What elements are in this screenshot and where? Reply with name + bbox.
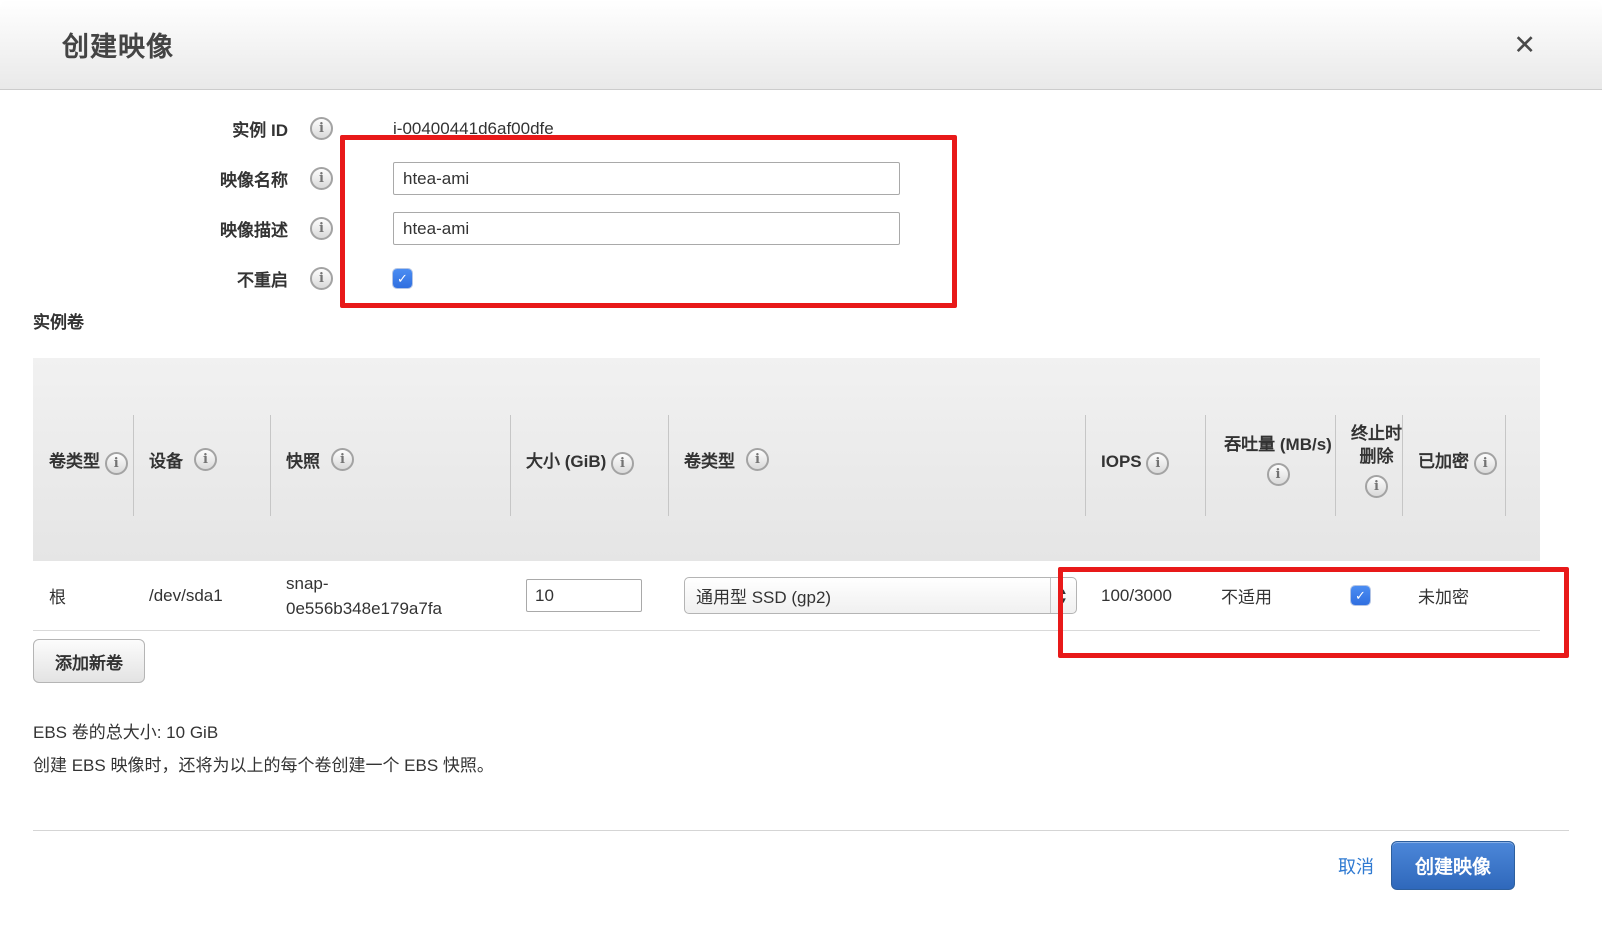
cancel-button[interactable]: 取消	[1338, 853, 1374, 879]
col-snapshot-label: 快照	[286, 447, 320, 472]
create-image-modal: 创建映像 ✕ 实例 ID i i-00400441d6af00dfe 映像名称 …	[0, 0, 1602, 947]
no-reboot-checkbox[interactable]: ✓	[393, 269, 412, 288]
col-device-info-icon[interactable]: i	[194, 448, 217, 471]
image-description-info-icon[interactable]: i	[310, 217, 333, 240]
check-icon: ✓	[397, 272, 408, 285]
table-header-filler	[1505, 358, 1540, 561]
col-volume-type-info-icon[interactable]: i	[105, 452, 128, 475]
instance-id-label: 实例 ID	[33, 116, 288, 141]
stepper-up-icon: ▲	[1060, 587, 1068, 596]
col-size-label: 大小 (GiB)	[526, 452, 606, 471]
cell-size	[510, 561, 668, 630]
col-volume-type-2: 卷类型 i	[668, 358, 1085, 561]
page-title: 创建映像	[62, 25, 174, 64]
create-image-button[interactable]: 创建映像	[1391, 841, 1515, 890]
check-icon: ✓	[1355, 589, 1366, 602]
col-encrypted-info-icon[interactable]: i	[1474, 452, 1497, 475]
image-description-label: 映像描述	[33, 216, 288, 241]
no-reboot-info-icon[interactable]: i	[310, 267, 333, 290]
ebs-snapshot-note-text: 创建 EBS 映像时，还将为以上的每个卷创建一个 EBS 快照。	[33, 755, 1569, 777]
instance-volumes-title: 实例卷	[33, 312, 1569, 334]
delete-on-termination-checkbox[interactable]: ✓	[1351, 586, 1370, 605]
select-stepper-icon: ▲ ▼	[1050, 578, 1076, 613]
modal-header: 创建映像 ✕	[0, 0, 1602, 90]
col-throughput: 吞吐量 (MB/s) i	[1205, 358, 1335, 561]
instance-id-value: i-00400441d6af00dfe	[393, 119, 554, 139]
close-icon[interactable]: ✕	[1513, 32, 1536, 59]
col-volume-type-2-info-icon[interactable]: i	[746, 448, 769, 471]
image-name-row: 映像名称 i	[33, 162, 1569, 195]
volumes-table-header: 卷类型 i 设备 i 快照 i	[33, 358, 1540, 561]
cell-volume-type: 根	[33, 561, 133, 630]
col-delete-on-termination-label: 终止时删除	[1351, 424, 1402, 466]
col-snapshot-info-icon[interactable]: i	[331, 448, 354, 471]
image-name-input[interactable]	[393, 162, 900, 195]
col-encrypted: 已加密 i	[1402, 358, 1505, 561]
no-reboot-label: 不重启	[33, 266, 288, 291]
instance-id-row: 实例 ID i i-00400441d6af00dfe	[33, 112, 1569, 145]
cell-delete-on-termination: ✓	[1335, 561, 1402, 630]
col-iops-info-icon[interactable]: i	[1146, 452, 1169, 475]
add-volume-button[interactable]: 添加新卷	[33, 639, 145, 683]
col-delete-on-termination: 终止时删除 i	[1335, 358, 1402, 561]
col-iops-label: IOPS	[1101, 452, 1142, 471]
volumes-table: 卷类型 i 设备 i 快照 i	[33, 358, 1540, 631]
col-delete-on-termination-info-icon[interactable]: i	[1365, 475, 1388, 498]
col-device-label: 设备	[149, 447, 183, 472]
volume-type-select[interactable]: 通用型 SSD (gp2) ▲ ▼	[684, 577, 1077, 614]
col-volume-type-2-label: 卷类型	[684, 447, 735, 472]
image-description-row: 映像描述 i	[33, 212, 1569, 245]
table-row-filler	[1505, 561, 1540, 630]
modal-body: 实例 ID i i-00400441d6af00dfe 映像名称 i 映像描述 …	[0, 90, 1602, 890]
col-throughput-info-icon[interactable]: i	[1267, 463, 1290, 486]
cell-device: /dev/sda1	[133, 561, 270, 630]
no-reboot-row: 不重启 i ✓	[33, 262, 1569, 295]
stepper-down-icon: ▼	[1060, 596, 1068, 605]
col-device: 设备 i	[133, 358, 270, 561]
col-encrypted-label: 已加密	[1418, 452, 1469, 471]
volume-type-selected-value: 通用型 SSD (gp2)	[696, 583, 1050, 608]
cell-volume-type-select: 通用型 SSD (gp2) ▲ ▼	[668, 561, 1085, 630]
col-throughput-label: 吞吐量 (MB/s)	[1224, 435, 1332, 454]
table-row: 根 /dev/sda1 snap-0e556b348e179a7fa 通用型 S…	[33, 561, 1540, 631]
cell-throughput: 不适用	[1205, 561, 1335, 630]
col-volume-type-label: 卷类型	[49, 452, 100, 471]
col-size-info-icon[interactable]: i	[611, 452, 634, 475]
image-name-info-icon[interactable]: i	[310, 167, 333, 190]
cell-iops: 100/3000	[1085, 561, 1205, 630]
col-size: 大小 (GiB) i	[510, 358, 668, 561]
snapshot-id: snap-0e556b348e179a7fa	[286, 571, 461, 621]
image-name-label: 映像名称	[33, 166, 288, 191]
cell-snapshot: snap-0e556b348e179a7fa	[270, 561, 510, 630]
col-volume-type: 卷类型 i	[33, 358, 133, 561]
image-description-input[interactable]	[393, 212, 900, 245]
col-iops: IOPS i	[1085, 358, 1205, 561]
instance-id-info-icon[interactable]: i	[310, 117, 333, 140]
modal-footer: 取消 创建映像	[33, 831, 1569, 890]
size-input[interactable]	[526, 579, 642, 612]
col-snapshot: 快照 i	[270, 358, 510, 561]
ebs-total-size-text: EBS 卷的总大小: 10 GiB	[33, 722, 1569, 744]
cell-encrypted: 未加密	[1402, 561, 1505, 630]
